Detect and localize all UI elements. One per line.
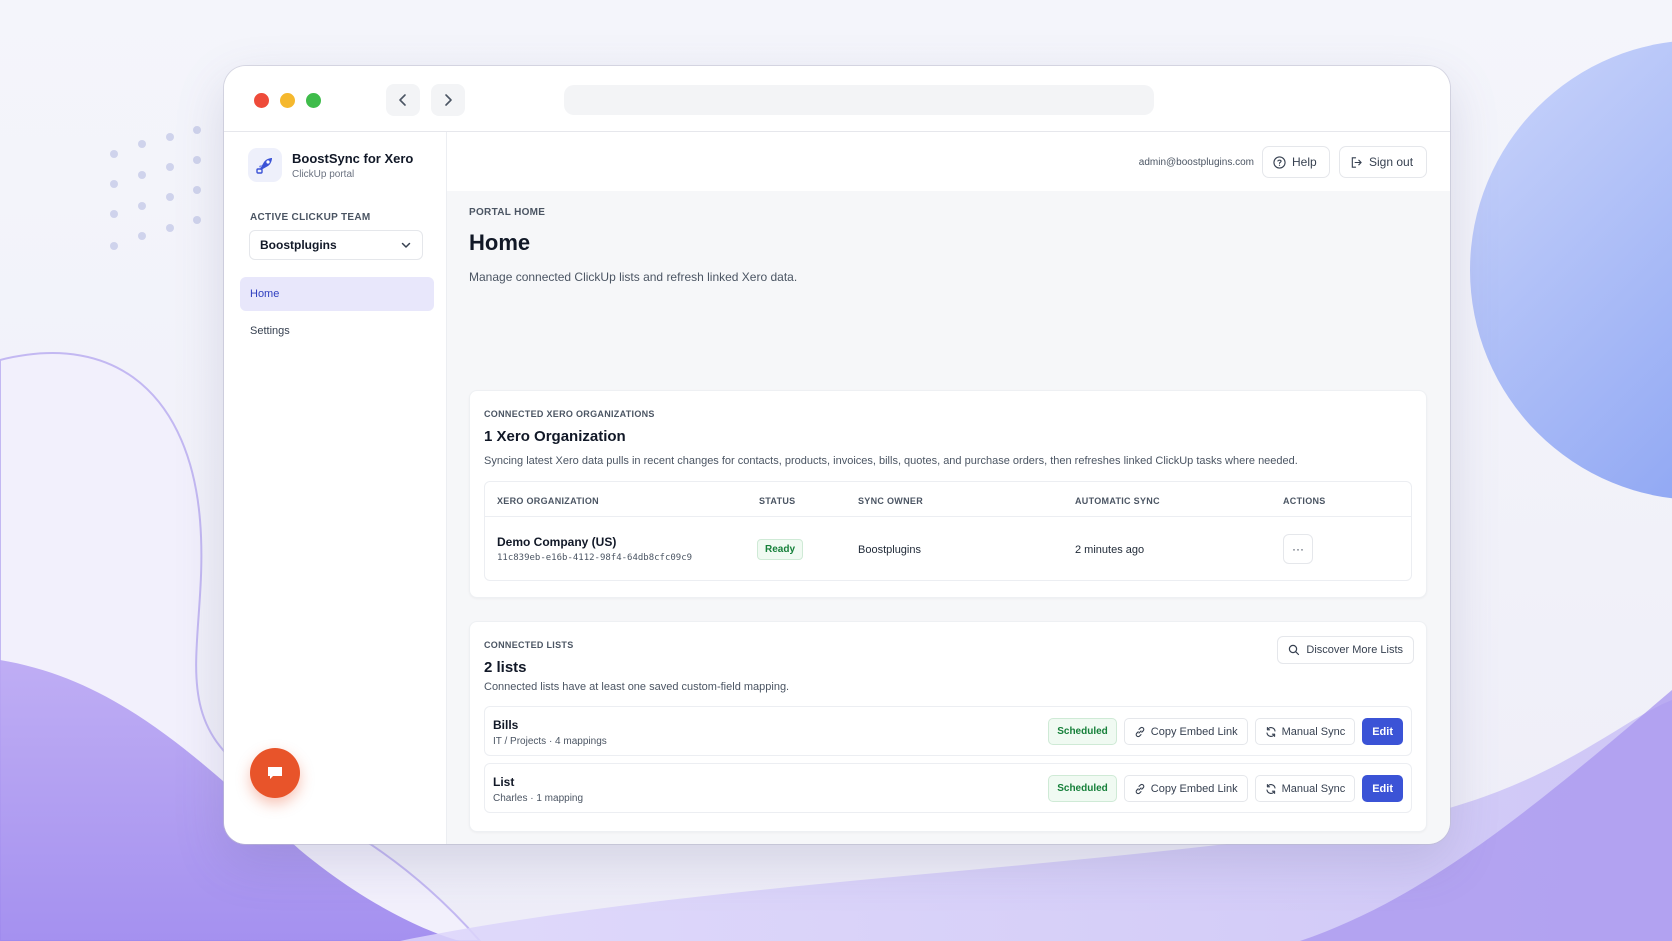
list-meta: IT / Projects · 4 mappings [493, 736, 607, 747]
top-bar: admin@boostplugins.com Help Sign out [447, 132, 1450, 191]
link-icon [1135, 783, 1145, 794]
lists-kicker: CONNECTED LISTS [484, 640, 574, 650]
list-actions: Scheduled Copy Embed Link Manual Sync Ed… [1048, 718, 1403, 745]
orgs-kicker: CONNECTED XERO ORGANIZATIONS [484, 409, 655, 419]
browser-titlebar [224, 66, 1450, 132]
team-select[interactable]: Boostplugins [249, 230, 423, 260]
page-description: Manage connected ClickUp lists and refre… [469, 270, 798, 284]
chevron-down-icon [401, 242, 411, 248]
help-label: Help [1292, 155, 1317, 169]
list-actions: Scheduled Copy Embed Link Manual Sync Ed… [1048, 775, 1403, 802]
orgs-description: Syncing latest Xero data pulls in recent… [484, 455, 1298, 467]
brand: BoostSync for Xero ClickUp portal [248, 148, 413, 182]
column-header-automatic-sync: AUTOMATIC SYNC [1075, 496, 1160, 506]
manual-sync-button[interactable]: Manual Sync [1254, 775, 1356, 802]
manual-sync-button[interactable]: Manual Sync [1254, 718, 1356, 745]
discover-more-lists-button[interactable]: Discover More Lists [1277, 636, 1414, 664]
chat-bubble-icon [268, 767, 282, 779]
sidebar-item-label: Settings [250, 325, 290, 337]
team-select-label: ACTIVE CLICKUP TEAM [250, 212, 371, 223]
org-actions-button[interactable]: ··· [1283, 534, 1313, 564]
column-header-sync-owner: SYNC OWNER [858, 496, 924, 506]
search-icon [1289, 644, 1300, 656]
connected-lists-card: CONNECTED LISTS 2 lists Connected lists … [469, 621, 1427, 832]
table-divider [485, 516, 1411, 517]
address-bar[interactable] [564, 85, 1154, 115]
column-header-actions: ACTIONS [1283, 496, 1326, 506]
org-sync-owner: Boostplugins [858, 544, 921, 556]
sign-out-button[interactable]: Sign out [1339, 146, 1427, 178]
list-name: Bills [493, 718, 519, 732]
list-name: List [493, 775, 515, 789]
organizations-table: XERO ORGANIZATION STATUS SYNC OWNER AUTO… [484, 481, 1412, 581]
copy-embed-link-button[interactable]: Copy Embed Link [1123, 775, 1248, 802]
brand-name: BoostSync for Xero [292, 150, 414, 166]
list-item: List Charles · 1 mapping Scheduled Copy … [484, 763, 1412, 813]
org-automatic-sync: 2 minutes ago [1075, 544, 1145, 556]
brand-subtitle: ClickUp portal [292, 168, 355, 180]
help-circle-icon [1273, 155, 1286, 169]
sidebar: BoostSync for Xero ClickUp portal ACTIVE… [224, 132, 447, 844]
lists-title: 2 lists [484, 659, 527, 676]
rocket-logo-icon [248, 148, 282, 182]
minimize-window-button[interactable] [280, 93, 295, 108]
status-badge: Scheduled [1048, 775, 1117, 802]
xero-organizations-card: CONNECTED XERO ORGANIZATIONS 1 Xero Orga… [469, 390, 1427, 598]
chevron-right-icon [445, 94, 452, 106]
discover-label: Discover More Lists [1306, 644, 1403, 656]
team-select-value: Boostplugins [260, 238, 337, 252]
main-content: admin@boostplugins.com Help Sign out POR… [447, 132, 1450, 844]
list-item: Bills IT / Projects · 4 mappings Schedul… [484, 706, 1412, 756]
org-name: Demo Company (US) [497, 535, 617, 549]
chat-button[interactable] [250, 748, 300, 798]
manual-sync-label: Manual Sync [1281, 725, 1346, 738]
edit-button[interactable]: Edit [1362, 718, 1403, 745]
lists-description: Connected lists have at least one saved … [484, 681, 790, 693]
maximize-window-button[interactable] [306, 93, 321, 108]
copy-embed-link-label: Copy Embed Link [1150, 782, 1238, 795]
page-title: Home [469, 230, 531, 255]
copy-embed-link-label: Copy Embed Link [1150, 725, 1238, 738]
column-header-status: STATUS [759, 496, 796, 506]
sign-out-icon [1351, 156, 1362, 168]
page-header: PORTAL HOME Home Manage connected ClickU… [469, 207, 797, 284]
column-header-organization: XERO ORGANIZATION [497, 496, 599, 506]
close-window-button[interactable] [254, 93, 269, 108]
status-badge: Scheduled [1048, 718, 1117, 745]
copy-embed-link-button[interactable]: Copy Embed Link [1123, 718, 1248, 745]
refresh-icon [1266, 783, 1276, 794]
help-button[interactable]: Help [1262, 146, 1330, 178]
list-meta: Charles · 1 mapping [493, 793, 584, 804]
status-badge: Ready [757, 539, 804, 560]
org-id: 11c839eb-e16b-4112-98f4-64db8cfc09c9 [497, 553, 693, 563]
refresh-icon [1266, 726, 1276, 737]
page-kicker: PORTAL HOME [469, 207, 546, 218]
browser-window: BoostSync for Xero ClickUp portal ACTIVE… [224, 66, 1450, 844]
sign-out-label: Sign out [1369, 155, 1414, 169]
manual-sync-label: Manual Sync [1281, 782, 1346, 795]
more-horizontal-icon: ··· [1292, 542, 1304, 556]
org-status: Ready [757, 539, 804, 560]
user-email: admin@boostplugins.com [1138, 157, 1254, 168]
link-icon [1135, 726, 1145, 737]
edit-button[interactable]: Edit [1362, 775, 1403, 802]
back-button[interactable] [386, 84, 420, 116]
forward-button[interactable] [431, 84, 465, 116]
sidebar-item-label: Home [250, 288, 280, 300]
orgs-title: 1 Xero Organization [484, 428, 626, 445]
sidebar-item-settings[interactable]: Settings [240, 314, 434, 348]
sidebar-item-home[interactable]: Home [240, 277, 434, 311]
chevron-left-icon [399, 94, 406, 106]
